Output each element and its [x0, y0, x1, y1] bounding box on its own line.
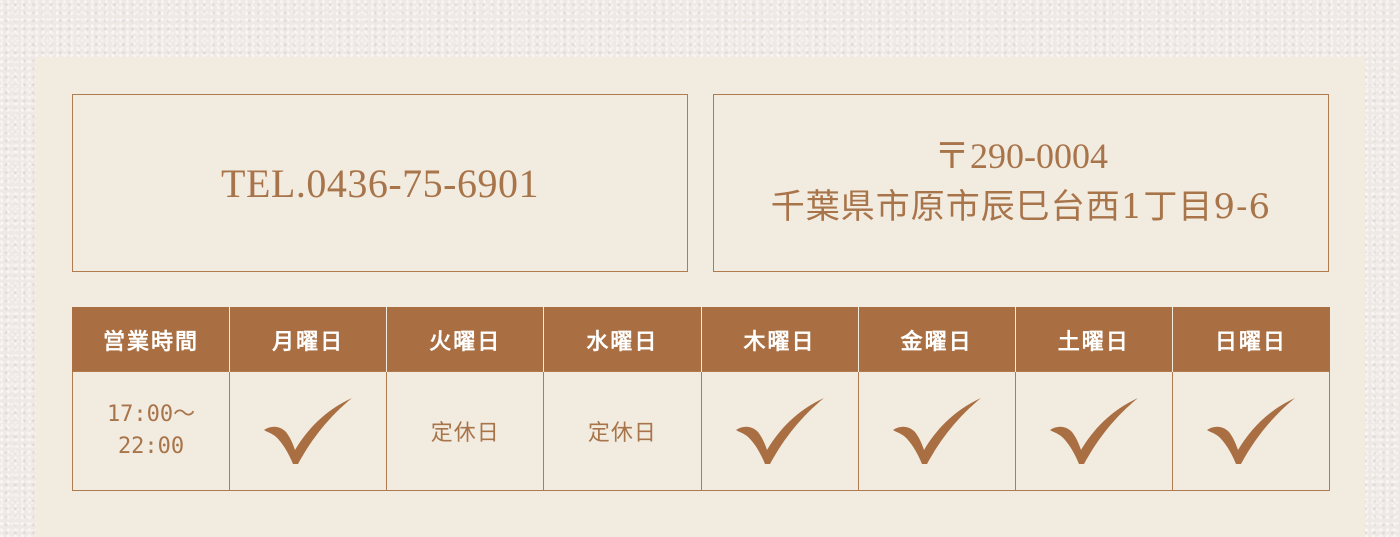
header-friday: 金曜日 — [857, 307, 1016, 372]
time-cell: 17:00〜 22:00 — [71, 371, 231, 491]
header-wednesday: 水曜日 — [543, 307, 702, 372]
header-business-hours: 営業時間 — [71, 307, 231, 372]
time-open: 17:00〜 — [106, 402, 196, 427]
info-panel: TEL.0436-75-6901 〒290-0004 千葉県市原市辰巳台西1丁目… — [36, 57, 1365, 537]
cell-saturday — [1014, 371, 1173, 491]
check-mark-icon — [735, 398, 824, 464]
postal-code: 〒290-0004 — [934, 136, 1108, 176]
cell-monday — [229, 371, 388, 491]
check-mark-icon — [892, 398, 981, 464]
hours-header-row: 営業時間 月曜日 火曜日 水曜日 木曜日 金曜日 土曜日 日曜日 — [71, 307, 1331, 372]
address-box: 〒290-0004 千葉県市原市辰巳台西1丁目9-6 — [713, 94, 1329, 272]
hours-row: 17:00〜 22:00 定休日 定休日 — [71, 371, 1331, 491]
header-tuesday: 火曜日 — [386, 307, 545, 372]
time-close: 22:00 — [117, 434, 185, 459]
header-sunday: 日曜日 — [1171, 307, 1331, 372]
header-saturday: 土曜日 — [1014, 307, 1173, 372]
header-thursday: 木曜日 — [700, 307, 859, 372]
cell-tuesday: 定休日 — [386, 371, 545, 491]
closed-label: 定休日 — [587, 421, 657, 446]
cell-friday — [857, 371, 1016, 491]
check-mark-icon — [1206, 398, 1295, 464]
phone-number[interactable]: TEL.0436-75-6901 — [221, 160, 539, 207]
phone-box: TEL.0436-75-6901 — [72, 94, 688, 272]
business-hours-table: 営業時間 月曜日 火曜日 水曜日 木曜日 金曜日 土曜日 日曜日 17:00〜 … — [71, 307, 1331, 491]
closed-label: 定休日 — [430, 421, 500, 446]
check-mark-icon — [1049, 398, 1138, 464]
cell-sunday — [1171, 371, 1331, 491]
cell-thursday — [700, 371, 859, 491]
cell-wednesday: 定休日 — [543, 371, 702, 491]
street-address: 千葉県市原市辰巳台西1丁目9-6 — [770, 187, 1272, 227]
check-mark-icon — [264, 398, 353, 464]
header-monday: 月曜日 — [229, 307, 388, 372]
